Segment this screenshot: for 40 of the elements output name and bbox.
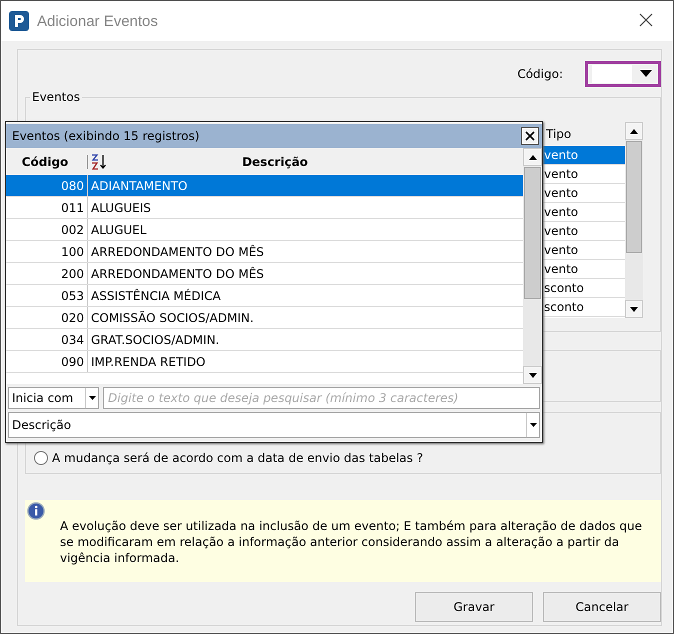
scroll-up-icon[interactable] [528, 154, 536, 160]
list-row[interactable]: 090 IMP.RENDA RETIDO [6, 351, 523, 373]
app-logo-icon [9, 11, 29, 31]
scrollbar[interactable] [523, 148, 542, 384]
scroll-down-icon[interactable] [630, 306, 638, 312]
window-title: Adicionar Eventos [37, 12, 159, 30]
scroll-down-icon[interactable] [528, 372, 536, 378]
info-icon [27, 502, 45, 520]
list-row[interactable]: 020 COMISSÃO SOCIOS/ADMIN. [6, 307, 523, 329]
search-field-dropdown[interactable]: Descrição [8, 412, 540, 438]
caret-icon [88, 396, 96, 400]
caret-icon [640, 70, 652, 78]
codigo-dropdown[interactable] [585, 61, 661, 87]
list-row[interactable]: 100 ARREDONDAMENTO DO MÊS [6, 241, 523, 263]
table-cell[interactable]: vento [543, 146, 625, 165]
list-row[interactable]: 011 ALUGUEIS [6, 197, 523, 219]
close-icon [639, 12, 653, 26]
caret-icon [530, 423, 536, 427]
close-button[interactable] [521, 127, 539, 145]
dialog-button[interactable]: Gravar [415, 592, 533, 622]
list-row[interactable]: 080 ADIANTAMENTO [6, 175, 523, 197]
search-field[interactable]: Digite o texto que deseja pesquisar (mínimo 3 caracteres) [103, 387, 540, 409]
column-header: Tipo [543, 122, 625, 146]
dialog-button[interactable]: Cancelar [543, 592, 661, 622]
sort-icon[interactable] [91, 154, 107, 170]
list-row[interactable]: 002 ALUGUEL [6, 219, 523, 241]
group-title: Eventos [31, 90, 81, 104]
match-mode-dropdown[interactable]: Inicia com [8, 387, 99, 409]
close-icon [525, 131, 535, 141]
column-header[interactable]: Código [6, 154, 88, 168]
scrollbar[interactable] [625, 122, 643, 318]
radio-option[interactable]: A mudança será de acordo com a data de envio das tabelas ? [34, 451, 424, 465]
info-text: A evolução deve ser utilizada na inclusão de um evento; E também para alteração de dados que se modificaram em relação a informação anterior considerando assim a alteração a partir da vigência informada. [60, 518, 643, 566]
column-header[interactable]: Descrição [107, 154, 523, 168]
list-row[interactable]: 200 ARREDONDAMENTO DO MÊS [6, 263, 523, 285]
list-row[interactable]: 034 GRAT.SOCIOS/ADMIN. [6, 329, 523, 351]
list-row[interactable]: 053 ASSISTÊNCIA MÉDICA [6, 285, 523, 307]
popup-title: Eventos (exibindo 15 registros) [12, 129, 200, 143]
scroll-up-icon[interactable] [630, 128, 638, 134]
codigo-label: Código: [517, 67, 563, 81]
